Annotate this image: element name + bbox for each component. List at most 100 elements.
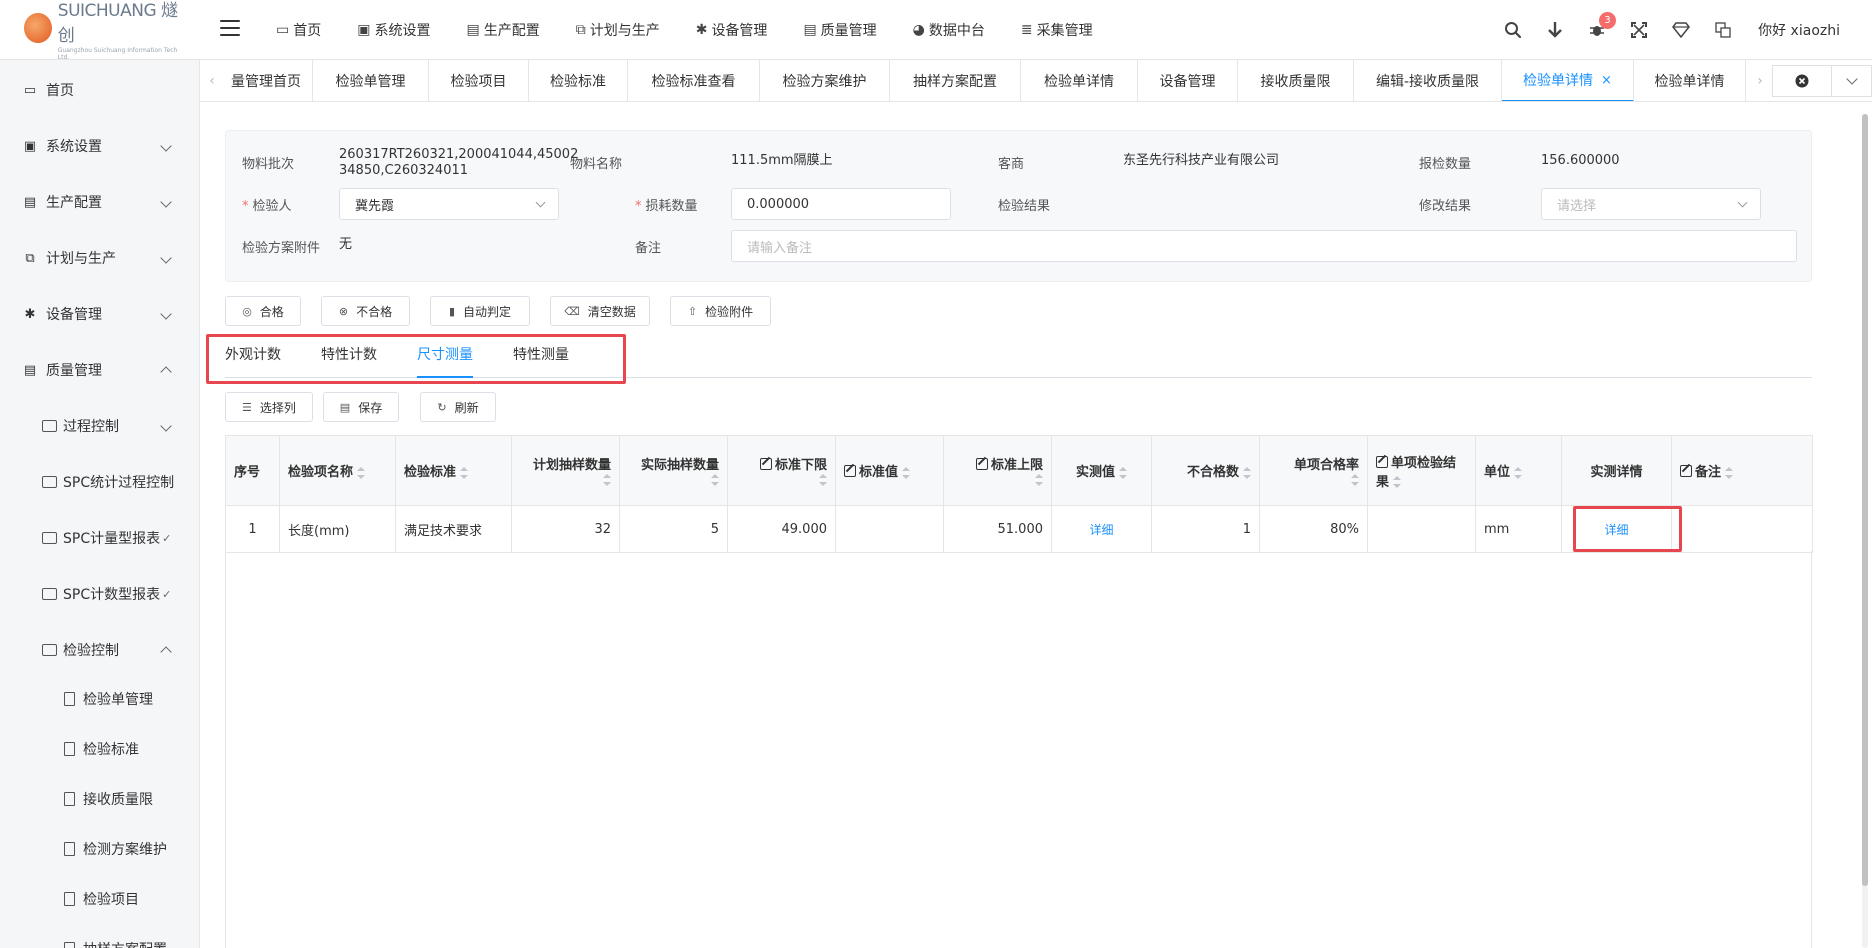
col-header-upper-limit[interactable]: 标准上限 [943, 435, 1052, 506]
cell-upper-limit[interactable]: 51.000 [943, 505, 1052, 553]
fullscreen-icon[interactable] [1618, 0, 1660, 60]
pass-button[interactable]: ◎ 合格 [225, 296, 301, 326]
sort-icon[interactable] [1243, 466, 1251, 479]
fail-button[interactable]: ⊗ 不合格 [321, 296, 410, 326]
tab-inspection-item[interactable]: 检验项目 [429, 60, 529, 101]
tab-aql[interactable]: 接收质量限 [1238, 60, 1354, 101]
tab-scroll-left-icon[interactable]: ‹ [204, 60, 220, 101]
logo-subtext: Guangzhou Suichuang Information Tech Ltd… [57, 46, 178, 61]
scrollbar-thumb[interactable] [1862, 114, 1868, 886]
tabs-dropdown-button[interactable] [1832, 65, 1872, 97]
sort-icon[interactable] [460, 466, 469, 479]
sort-icon[interactable] [357, 466, 366, 479]
sidebar-item-inspection-standard[interactable]: 检验标准 [0, 724, 199, 774]
tab-inspection-detail-active[interactable]: 检验单详情 × [1502, 60, 1634, 101]
col-header-lower-limit[interactable]: 标准下限 [727, 435, 836, 506]
col-header-unit[interactable]: 单位 [1475, 435, 1562, 506]
sidebar-item-inspection-order[interactable]: 检验单管理 [0, 674, 199, 724]
col-header-plan-qty[interactable]: 计划抽样数量 [511, 435, 620, 506]
sidebar-item-inspection-control[interactable]: 检验控制 [0, 622, 199, 678]
col-header-pass-rate[interactable]: 单项合格率 [1259, 435, 1368, 506]
tab-inspection-detail[interactable]: 检验单详情 [1021, 60, 1138, 101]
cell-result[interactable] [1367, 505, 1476, 553]
sidebar-item-inspection-item[interactable]: 检验项目 [0, 874, 199, 924]
col-header-actual-qty[interactable]: 实际抽样数量 [619, 435, 728, 506]
user-greeting[interactable]: 你好 xiaozhi [1758, 20, 1840, 40]
topnav-system-settings[interactable]: ▣ 系统设置 [357, 20, 430, 40]
save-button[interactable]: ▤ 保存 [323, 392, 399, 422]
sort-icon[interactable] [711, 474, 719, 486]
modify-result-select[interactable]: 请选择 [1541, 188, 1761, 220]
tab-plan-maintenance[interactable]: 检验方案维护 [760, 60, 890, 101]
col-header-ng-count[interactable]: 不合格数 [1151, 435, 1260, 506]
auto-judge-button[interactable]: ▮ 自动判定 [430, 296, 530, 326]
loss-qty-input[interactable]: 0.000000 [731, 188, 951, 220]
topnav-equipment[interactable]: ✱ 设备管理 [696, 20, 768, 40]
sidebar-item-equipment[interactable]: ✱ 设备管理 [0, 286, 199, 342]
cell-std-value[interactable] [835, 505, 944, 553]
sidebar-item-spc-measure-report[interactable]: SPC计量型报表 ✓ [0, 510, 199, 566]
menu-toggle-icon[interactable] [220, 20, 240, 36]
download-arrow-icon[interactable] [1534, 0, 1576, 60]
sidebar-item-production-config[interactable]: ▤ 生产配置 [0, 174, 199, 230]
col-header-measured[interactable]: 实测值 [1051, 435, 1152, 506]
topnav-quality[interactable]: ▤ 质量管理 [803, 20, 876, 40]
attachment-button[interactable]: ⇧ 检验附件 [670, 296, 771, 326]
cell-remark[interactable] [1671, 505, 1813, 553]
sidebar-item-test-plan[interactable]: 检测方案维护 [0, 824, 199, 874]
vertical-scrollbar[interactable] [1860, 114, 1870, 948]
translate-icon[interactable] [1702, 0, 1744, 60]
tab-standard-view[interactable]: 检验标准查看 [628, 60, 760, 101]
topnav-home[interactable]: ▭ 首页 [276, 20, 321, 40]
sort-icon[interactable] [603, 474, 611, 486]
sort-icon[interactable] [1119, 466, 1127, 479]
sidebar-item-home[interactable]: ▭ 首页 [0, 62, 199, 118]
tab-inspection-order[interactable]: 检验单管理 [313, 60, 429, 101]
topnav-production-config[interactable]: ▤ 生产配置 [466, 20, 539, 40]
tab-inspection-detail-2[interactable]: 检验单详情 [1634, 60, 1746, 101]
refresh-button[interactable]: ↻ 刷新 [420, 392, 496, 422]
tab-equipment[interactable]: 设备管理 [1138, 60, 1238, 101]
sort-icon[interactable] [1393, 476, 1402, 488]
remark-input[interactable]: 请输入备注 [731, 230, 1797, 262]
col-header-result[interactable]: 单项检验结果 [1367, 435, 1476, 506]
sidebar-item-quality[interactable]: ▤ 质量管理 [0, 342, 199, 398]
sort-icon[interactable] [1514, 466, 1523, 479]
diamond-icon[interactable] [1660, 0, 1702, 60]
tab-sampling-config[interactable]: 抽样方案配置 [890, 60, 1021, 101]
bug-icon[interactable]: 3 [1576, 0, 1618, 60]
inspector-select[interactable]: 冀先霞 [339, 188, 559, 220]
choose-columns-button[interactable]: ☰ 选择列 [225, 392, 313, 422]
topnav-planning[interactable]: ⧉ 计划与生产 [576, 20, 660, 40]
col-header-standard[interactable]: 检验标准 [395, 435, 512, 506]
measured-detail-link[interactable]: 详细 [1089, 523, 1113, 537]
sort-icon[interactable] [1035, 474, 1043, 486]
cell-lower-limit[interactable]: 49.000 [727, 505, 836, 553]
file-icon [64, 892, 75, 906]
sidebar-item-spc-count-report[interactable]: SPC计数型报表 ✓ [0, 566, 199, 622]
close-all-tabs-button[interactable] [1772, 65, 1832, 97]
sidebar-item-planning[interactable]: ⧉ 计划与生产 [0, 230, 199, 286]
sort-icon[interactable] [819, 474, 827, 486]
sidebar-item-aql[interactable]: 接收质量限 [0, 774, 199, 824]
col-header-remark[interactable]: 备注 [1671, 435, 1813, 506]
clear-data-button[interactable]: ⌫ 清空数据 [550, 296, 650, 326]
tab-quality-home[interactable]: 量管理首页 [220, 60, 313, 101]
sort-icon[interactable] [1351, 474, 1359, 486]
tab-scroll-right-icon[interactable]: › [1752, 60, 1768, 101]
sort-icon[interactable] [1725, 466, 1734, 479]
topnav-data-center[interactable]: ◕ 数据中台 [913, 20, 985, 40]
topnav-collection[interactable]: ≣ 采集管理 [1021, 20, 1093, 40]
tab-edit-aql[interactable]: 编辑-接收质量限 [1354, 60, 1502, 101]
tab-inspection-standard[interactable]: 检验标准 [529, 60, 628, 101]
search-icon[interactable] [1492, 0, 1534, 60]
chevron-down-icon [160, 307, 172, 321]
sidebar-item-spc-control[interactable]: SPC统计过程控制 [0, 454, 199, 510]
sidebar-item-system-settings[interactable]: ▣ 系统设置 [0, 118, 199, 174]
col-header-name[interactable]: 检验项名称 [279, 435, 396, 506]
close-icon[interactable]: × [1601, 73, 1612, 88]
sidebar-item-sampling-plan[interactable]: 抽样方案配置 [0, 924, 199, 948]
sidebar-item-process-control[interactable]: 过程控制 [0, 398, 199, 454]
sort-icon[interactable] [902, 466, 911, 479]
col-header-std-value[interactable]: 标准值 [835, 435, 944, 506]
